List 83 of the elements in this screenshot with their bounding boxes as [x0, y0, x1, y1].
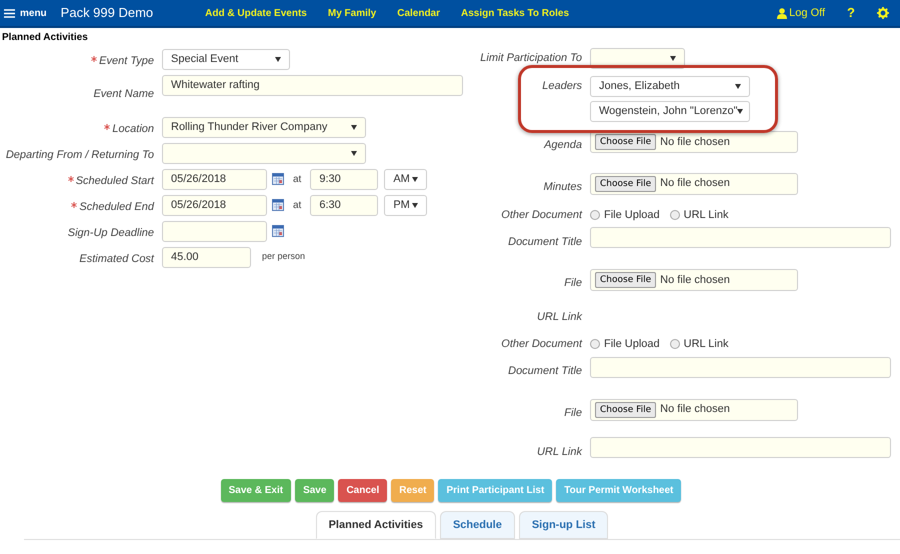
- dropdown-field[interactable]: Special Event: [162, 48, 290, 70]
- input-field[interactable]: 05/26/2018: [162, 194, 267, 216]
- choose-file-button[interactable]: Choose File: [595, 176, 656, 192]
- field-label: URL Link: [536, 310, 582, 325]
- action-button[interactable]: Cancel: [338, 479, 388, 502]
- radio-option[interactable]: URL Link: [670, 206, 728, 224]
- field-label: Limit Participation To: [480, 51, 582, 66]
- field-label: Estimated Cost: [79, 252, 154, 267]
- file-status: No file chosen: [660, 272, 730, 288]
- settings-icon[interactable]: [877, 7, 889, 19]
- field-label: Scheduled End: [79, 200, 154, 215]
- field-label: File: [564, 276, 582, 292]
- page-title: Planned Activities: [2, 31, 89, 45]
- radio-option[interactable]: URL Link: [670, 336, 728, 353]
- field-label: Agenda: [544, 138, 582, 154]
- field-label: Scheduled Start: [76, 174, 154, 189]
- field-label: Document Title: [508, 234, 582, 250]
- dropdown-field[interactable]: Wogenstein, John "Lorenzo": [590, 101, 750, 122]
- choose-file-button[interactable]: Choose File: [595, 272, 656, 288]
- field-label: Event Name: [93, 87, 154, 102]
- field-label: Event Type: [99, 54, 154, 69]
- caret-icon: [412, 202, 418, 208]
- input-field[interactable]: Whitewater rafting: [162, 74, 463, 96]
- caret-icon: [275, 56, 281, 62]
- input-field[interactable]: [590, 356, 891, 378]
- file-status: No file chosen: [660, 134, 730, 150]
- dropdown-field[interactable]: AM: [384, 168, 428, 190]
- field-label: Sign-Up Deadline: [68, 226, 154, 241]
- input-field[interactable]: 6:30: [310, 194, 378, 216]
- input-field[interactable]: 45.00: [162, 246, 251, 268]
- dropdown-field[interactable]: PM: [384, 194, 428, 216]
- dropdown-field[interactable]: Rolling Thunder River Company: [162, 116, 366, 138]
- file-field[interactable]: Choose File No file chosen: [590, 269, 798, 292]
- caret-icon: [737, 109, 744, 114]
- dropdown-field[interactable]: [162, 142, 366, 164]
- caret-icon: [351, 124, 357, 130]
- field-label: URL Link: [536, 444, 582, 460]
- input-field[interactable]: [590, 227, 891, 248]
- field-label: Location: [112, 122, 154, 137]
- nav-link[interactable]: Assign Tasks To Roles: [461, 6, 570, 20]
- radio-option[interactable]: File Upload: [590, 336, 660, 353]
- field-label: Document Title: [508, 364, 582, 380]
- calendar-icon[interactable]: [272, 199, 284, 211]
- at-label: at: [293, 198, 302, 212]
- input-field[interactable]: [590, 437, 891, 458]
- field-label: Departing From / Returning To: [6, 148, 154, 163]
- at-label: at: [293, 172, 302, 186]
- input-field[interactable]: [162, 220, 267, 242]
- file-status: No file chosen: [660, 176, 730, 192]
- tab[interactable]: Planned Activities: [316, 511, 436, 539]
- input-field[interactable]: 9:30: [310, 168, 378, 190]
- caret-icon: [735, 84, 741, 89]
- per-person-note: per person: [262, 250, 306, 264]
- calendar-icon[interactable]: [272, 225, 284, 237]
- radio-option[interactable]: File Upload: [590, 206, 660, 224]
- nav-link[interactable]: Calendar: [397, 6, 440, 20]
- dropdown-field[interactable]: Jones, Elizabeth: [590, 76, 750, 97]
- file-status: No file chosen: [660, 402, 730, 418]
- menu-button[interactable]: menu: [4, 6, 47, 20]
- caret-icon: [670, 56, 676, 61]
- help-link[interactable]: ?: [847, 3, 855, 23]
- file-field[interactable]: Choose File No file chosen: [590, 131, 798, 153]
- file-field[interactable]: Choose File No file chosen: [590, 172, 798, 195]
- nav-link[interactable]: My Family: [328, 6, 376, 20]
- menu-icon: [4, 8, 15, 18]
- tab[interactable]: Sign-up List: [518, 511, 608, 539]
- logoff-link[interactable]: Log Off: [777, 4, 826, 22]
- caret-icon: [412, 176, 418, 182]
- tab[interactable]: Schedule: [440, 511, 515, 539]
- app-title: Pack 999 Demo: [60, 4, 154, 22]
- nav-link[interactable]: Add & Update Events: [205, 6, 307, 20]
- field-label: Other Document: [501, 208, 582, 223]
- user-icon: [777, 8, 788, 18]
- choose-file-button[interactable]: Choose File: [595, 134, 656, 150]
- input-field[interactable]: 05/26/2018: [162, 168, 267, 190]
- field-label: Leaders: [542, 79, 582, 94]
- field-label: Minutes: [543, 180, 582, 195]
- calendar-icon[interactable]: [272, 173, 284, 185]
- file-field[interactable]: Choose File No file chosen: [590, 398, 798, 421]
- field-label: Other Document: [501, 337, 582, 352]
- field-label: File: [564, 406, 582, 421]
- choose-file-button[interactable]: Choose File: [595, 402, 656, 418]
- caret-icon: [351, 150, 357, 156]
